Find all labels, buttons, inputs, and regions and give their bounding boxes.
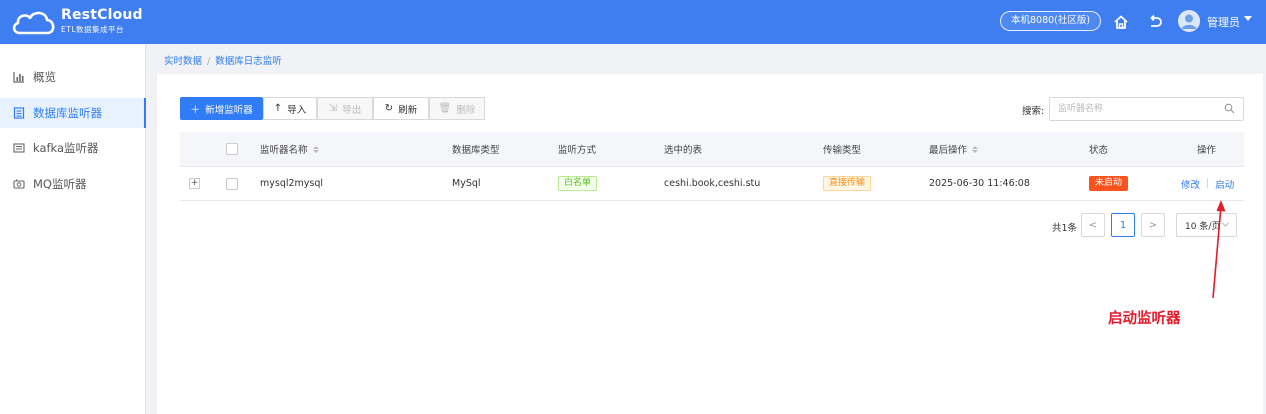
column-header-name[interactable]: 监听器名称	[260, 132, 319, 166]
listen-mode-cell: 白名单	[558, 167, 598, 200]
prev-page-button[interactable]: <	[1081, 213, 1105, 237]
column-header-transfer-type: 传输类型	[823, 145, 862, 156]
edit-link[interactable]: 修改	[1181, 177, 1200, 191]
sidebar-item-kafka[interactable]: kafka监听器	[0, 133, 146, 163]
refresh-label: 刷新	[398, 104, 418, 116]
action-separator: |	[1206, 178, 1210, 189]
expand-row-button[interactable]: +	[189, 167, 200, 200]
cloud-logo-icon	[12, 11, 55, 35]
add-listener-label: 新增监听器	[205, 104, 253, 116]
sort-icon[interactable]	[312, 145, 319, 153]
column-header-tables: 选中的表	[664, 145, 703, 156]
delete-button[interactable]: 🗑 删除	[429, 97, 485, 120]
column-header-status: 状态	[1089, 145, 1109, 156]
column-label: 监听器名称	[260, 145, 308, 156]
column-header-last-op[interactable]: 最后操作	[929, 132, 979, 166]
selected-tables: ceshi.book,ceshi.stu	[664, 178, 761, 189]
breadcrumb-separator: /	[207, 56, 211, 67]
annotation-label: 启动监听器	[1108, 311, 1181, 327]
top-header: RestCloud ETL数据集成平台 本机8080(社区版) 管理员	[0, 0, 1266, 44]
column-label: 最后操作	[929, 145, 968, 156]
edition-badge[interactable]: 本机8080(社区版)	[1000, 11, 1102, 31]
db-type: MySql	[452, 178, 481, 189]
trash-icon: 🗑	[438, 103, 452, 114]
row-checkbox[interactable]	[226, 167, 238, 200]
listener-name: mysql2mysql	[260, 178, 324, 189]
bar-chart-icon	[13, 71, 25, 83]
column-header-db-type: 数据库类型	[452, 145, 500, 156]
sort-icon[interactable]	[972, 145, 979, 153]
last-operation-time: 2025-06-30 11:46:08	[929, 178, 1030, 189]
plus-icon: ＋	[190, 105, 201, 116]
restcloud-logo[interactable]: RestCloud ETL数据集成平台	[10, 5, 143, 39]
delete-label: 删除	[456, 104, 476, 116]
table-row: + mysql2mysql MySql 白名单 ceshi.book,ceshi…	[180, 167, 1244, 201]
logo-subtitle: ETL数据集成平台	[61, 25, 124, 34]
home-icon[interactable]	[1110, 11, 1132, 33]
breadcrumb-item-current: 数据库日志监听	[215, 56, 282, 67]
main-panel	[157, 74, 1263, 414]
sidebar-item-label: kafka监听器	[33, 141, 99, 155]
search-input[interactable]	[1050, 98, 1215, 120]
select-all-checkbox[interactable]	[226, 132, 238, 166]
status-cell: 未启动	[1089, 167, 1129, 200]
annotation-arrow-icon	[1212, 200, 1226, 299]
user-name[interactable]: 管理员	[1207, 14, 1240, 30]
table-header: 监听器名称 数据库类型 监听方式 选中的表 传输类型 最后操作 状态 操作	[180, 132, 1244, 167]
message-queue-icon	[13, 178, 25, 190]
sidebar-item-overview[interactable]: 概览	[0, 62, 146, 92]
breadcrumb: 实时数据 / 数据库日志监听	[164, 53, 282, 67]
sidebar-item-mq[interactable]: MQ监听器	[0, 169, 146, 199]
breadcrumb-item-realtime[interactable]: 实时数据	[164, 56, 202, 67]
status-badge: 未启动	[1089, 176, 1129, 191]
export-button[interactable]: ⇲ 导出	[317, 97, 373, 120]
import-label: 导入	[287, 104, 307, 116]
add-listener-button[interactable]: ＋ 新增监听器	[180, 97, 263, 120]
column-header-actions: 操作	[1197, 145, 1217, 156]
sidebar-item-label: 数据库监听器	[33, 106, 102, 120]
kafka-icon	[13, 142, 25, 154]
sidebar: 概览 数据库监听器 kafka监听器 MQ监听器	[0, 44, 146, 414]
next-page-button[interactable]: >	[1141, 213, 1165, 237]
transfer-type-cell: 直接传输	[823, 167, 872, 200]
chevron-down-icon[interactable]	[1244, 16, 1252, 21]
refresh-icon: ↻	[384, 103, 394, 114]
sidebar-item-label: 概览	[33, 70, 56, 84]
listen-mode-tag: 白名单	[558, 176, 598, 191]
column-header-listen-mode: 监听方式	[558, 145, 597, 156]
export-label: 导出	[342, 104, 362, 116]
start-link[interactable]: 启动	[1215, 177, 1234, 191]
refresh-button[interactable]: ↻ 刷新	[373, 97, 429, 120]
pagination-total: 共1条	[1052, 223, 1078, 234]
logo-title: RestCloud	[61, 7, 143, 23]
page-1-button[interactable]: 1	[1111, 213, 1135, 237]
search-label: 搜索:	[1022, 106, 1045, 117]
arrow-up-icon: ↑	[273, 103, 283, 114]
transfer-type-tag: 直接传输	[823, 176, 872, 191]
user-avatar[interactable]	[1178, 10, 1200, 32]
import-button[interactable]: ↑ 导入	[263, 97, 317, 120]
search-icon[interactable]	[1224, 103, 1235, 117]
export-icon: ⇲	[328, 103, 338, 114]
back-arrow-icon[interactable]	[1144, 11, 1166, 33]
sidebar-item-db-listener[interactable]: 数据库监听器	[0, 98, 146, 128]
database-list-icon	[13, 107, 25, 119]
search-box	[1049, 97, 1244, 121]
sidebar-item-label: MQ监听器	[33, 177, 87, 191]
